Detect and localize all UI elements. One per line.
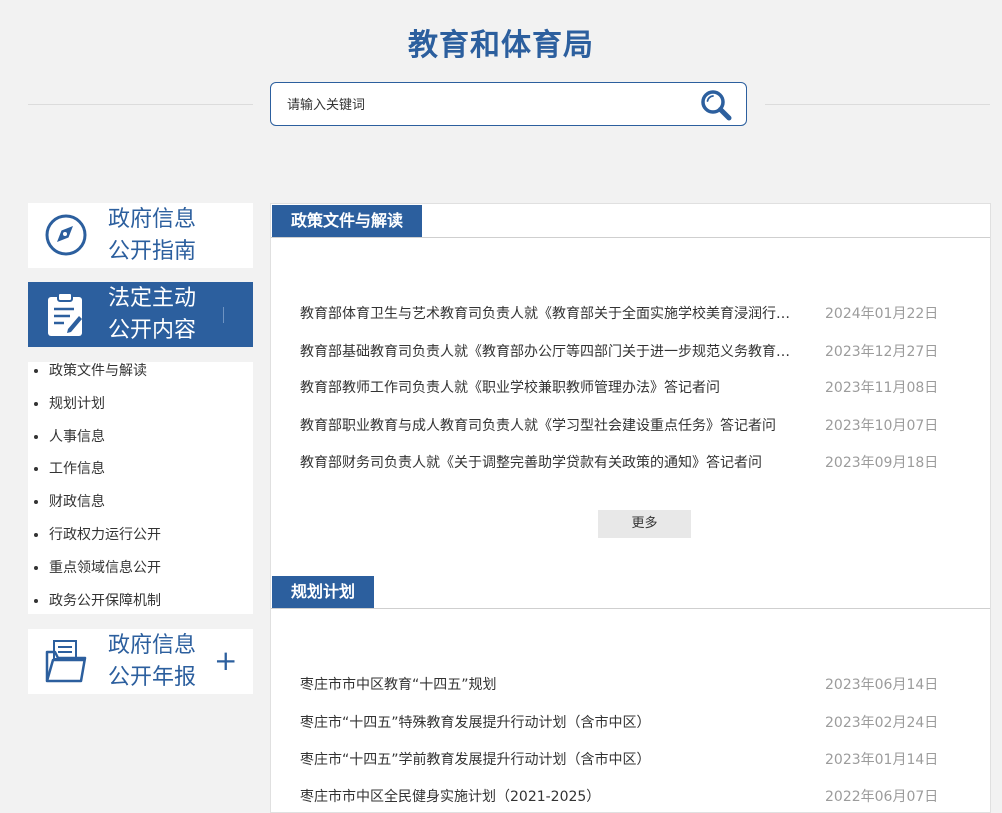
news-item-date: 2024年01月22日 [825,306,939,322]
news-item-title[interactable]: 教育部职业教育与成人教育司负责人就《学习型社会建设重点任务》答记者问 [300,415,795,435]
search-divider-left [28,104,253,105]
section-tab-planning[interactable]: 规划计划 [272,576,375,608]
news-item[interactable]: 枣庄市市中区全民健身实施计划（2021-2025） 2022年06月07日 [300,786,940,806]
sidebar-item-planning[interactable]: 规划计划 [28,395,253,428]
sidebar-annual-title-line1: 政府信息 [108,633,197,658]
news-item-date: 2023年06月14日 [825,677,939,693]
expand-plus-icon[interactable]: + [214,643,237,679]
sidebar-content-title-line2: 公开内容 [108,318,197,343]
sidebar-item-admin-power[interactable]: 行政权力运行公开 [28,526,253,559]
search-input[interactable] [285,93,689,117]
news-item-title[interactable]: 教育部财务司负责人就《关于调整完善助学贷款有关政策的通知》答记者问 [300,452,795,472]
news-item-date: 2023年10月07日 [825,418,939,434]
sidebar-item-policy[interactable]: 政策文件与解读 [28,362,253,395]
section-header-policy: 政策文件与解读 [271,205,990,238]
sidebar-guide-title-line2: 公开指南 [108,239,197,264]
sidebar-item-list: 政策文件与解读 规划计划 人事信息 工作信息 财政信息 行政权力运行公开 重点领… [28,362,253,614]
sidebar-annual-title-line2: 公开年报 [108,665,197,690]
news-item[interactable]: 教育部教师工作司负责人就《职业学校兼职教师管理办法》答记者问 2023年11月0… [300,377,940,397]
sidebar-annual[interactable]: 政府信息 公开年报 + [28,629,253,694]
page-title: 教育和体育局 [408,28,594,63]
news-item[interactable]: 枣庄市市中区教育“十四五”规划 2023年06月14日 [300,674,940,694]
news-item[interactable]: 教育部职业教育与成人教育司负责人就《学习型社会建设重点任务》答记者问 2023年… [300,415,940,435]
news-item[interactable]: 枣庄市“十四五”学前教育发展提升行动计划（含市中区） 2023年01月14日 [300,749,940,769]
news-item-date: 2022年06月07日 [825,789,939,805]
news-item-date: 2023年12月27日 [825,344,939,360]
news-item-date: 2023年11月08日 [825,380,939,396]
sidebar-item-key-areas[interactable]: 重点领域信息公开 [28,559,253,592]
search-divider-right [765,104,990,105]
section-tab-policy[interactable]: 政策文件与解读 [272,205,423,237]
news-item[interactable]: 教育部财务司负责人就《关于调整完善助学贷款有关政策的通知》答记者问 2023年0… [300,452,940,472]
sidebar-content-title-line1: 法定主动 [108,286,197,311]
search-box [270,82,747,126]
folder-icon [44,638,88,688]
sidebar-item-personnel[interactable]: 人事信息 [28,428,253,461]
search-button[interactable] [698,87,734,123]
news-item[interactable]: 教育部基础教育司负责人就《教育部办公厅等四部门关于进一步规范义务教育课后服务有关… [300,341,940,361]
news-item-date: 2023年09月18日 [825,455,939,471]
sidebar-item-finance[interactable]: 财政信息 [28,493,253,526]
sidebar-content[interactable]: 法定主动 公开内容 [28,282,253,347]
sidebar-guide[interactable]: 政府信息 公开指南 [28,203,253,268]
news-item-title[interactable]: 枣庄市市中区全民健身实施计划（2021-2025） [300,786,795,806]
news-item-date: 2023年02月24日 [825,715,939,731]
news-item[interactable]: 教育部体育卫生与艺术教育司负责人就《教育部关于全面实施学校美育浸润行动的通知》答… [300,303,940,323]
magnifier-icon [701,90,732,121]
section-header-planning: 规划计划 [271,576,990,609]
news-item-title[interactable]: 枣庄市“十四五”特殊教育发展提升行动计划（含市中区） [300,712,795,732]
news-item-title[interactable]: 教育部体育卫生与艺术教育司负责人就《教育部关于全面实施学校美育浸润行动的通知》答… [300,303,795,323]
sidebar-item-work[interactable]: 工作信息 [28,460,253,493]
news-item-date: 2023年01月14日 [825,752,939,768]
sidebar-item-guarantee[interactable]: 政务公开保障机制 [28,592,253,625]
news-item-title[interactable]: 教育部基础教育司负责人就《教育部办公厅等四部门关于进一步规范义务教育课后服务有关… [300,341,795,361]
more-button[interactable]: 更多 [598,510,691,538]
clipboard-icon [46,292,86,342]
news-item-title[interactable]: 枣庄市市中区教育“十四五”规划 [300,674,795,694]
compass-icon [44,213,88,261]
news-item[interactable]: 枣庄市“十四五”特殊教育发展提升行动计划（含市中区） 2023年02月24日 [300,712,940,732]
sidebar-guide-title-line1: 政府信息 [108,207,197,232]
collapse-indicator [223,307,224,323]
news-item-title[interactable]: 教育部教师工作司负责人就《职业学校兼职教师管理办法》答记者问 [300,377,795,397]
news-item-title[interactable]: 枣庄市“十四五”学前教育发展提升行动计划（含市中区） [300,749,795,769]
main-content: 政策文件与解读 教育部体育卫生与艺术教育司负责人就《教育部关于全面实施学校美育浸… [270,203,991,813]
